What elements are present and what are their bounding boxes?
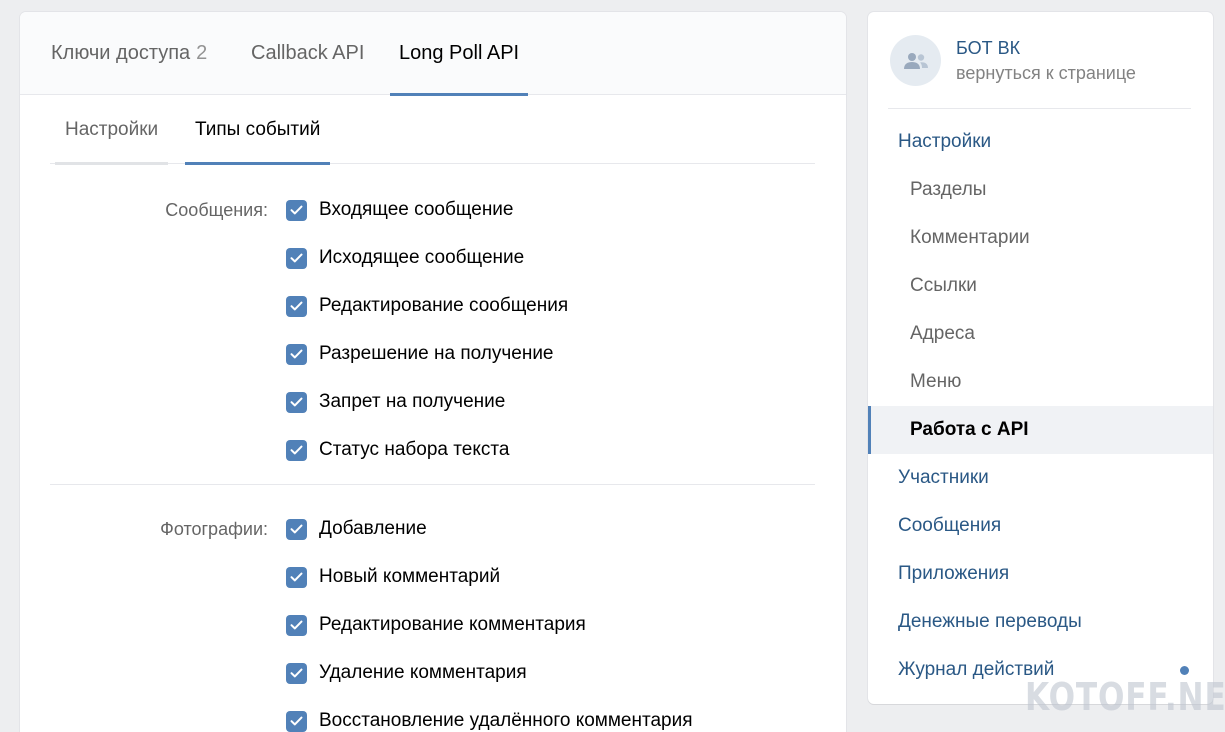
checkbox-checked-icon[interactable] <box>286 343 307 365</box>
users-icon <box>903 52 928 69</box>
sidebar: БОТ ВК вернуться к странице Настройки Ра… <box>868 12 1213 704</box>
checkbox-checked-icon[interactable] <box>286 614 307 636</box>
section-label: Фотографии: <box>160 519 268 539</box>
tab-access-keys[interactable]: Ключи доступа 2 <box>51 12 207 95</box>
checkbox-label: Удаление комментария <box>319 662 527 683</box>
sidebar-item-comments[interactable]: Комментарии <box>868 214 1213 262</box>
sidebar-item-api[interactable]: Работа с API <box>868 406 1213 454</box>
checkbox-checked-icon[interactable] <box>286 518 307 540</box>
divider <box>888 108 1191 109</box>
sidebar-item-money-transfers[interactable]: Денежные переводы <box>868 598 1213 646</box>
checkbox-label: Новый комментарий <box>319 566 501 587</box>
checkbox-option[interactable]: Новый комментарий <box>286 565 500 589</box>
back-to-page-link[interactable]: вернуться к странице <box>956 63 1136 84</box>
sidebar-item-addresses[interactable]: Адреса <box>868 310 1213 358</box>
checkbox-option[interactable]: Удаление комментария <box>286 661 527 685</box>
checkbox-option[interactable]: Разрешение на получение <box>286 342 554 366</box>
section-label: Сообщения: <box>165 200 268 220</box>
sidebar-item-messages[interactable]: Сообщения <box>868 502 1213 550</box>
tab-access-keys-count: 2 <box>196 42 208 64</box>
checkbox-label: Запрет на получение <box>319 391 506 412</box>
checkbox-label: Добавление <box>319 518 427 539</box>
checkbox-option[interactable]: Статус набора текста <box>286 438 509 462</box>
sidebar-item-sections[interactable]: Разделы <box>868 166 1213 214</box>
checkbox-checked-icon[interactable] <box>286 566 307 588</box>
checkbox-label: Редактирование сообщения <box>319 295 569 316</box>
checkbox-option[interactable]: Входящее сообщение <box>286 198 514 222</box>
community-name[interactable]: БОТ ВК <box>956 38 1020 59</box>
tab-access-keys-label: Ключи доступа <box>51 42 191 64</box>
checkbox-checked-icon[interactable] <box>286 710 307 732</box>
checkbox-checked-icon[interactable] <box>286 662 307 684</box>
sidebar-item-members[interactable]: Участники <box>868 454 1213 502</box>
checkbox-label: Редактирование комментария <box>319 614 586 635</box>
watermark: KOTOFF.NET <box>1025 675 1225 719</box>
subtab-settings[interactable]: Настройки <box>54 96 169 165</box>
checkbox-option[interactable]: Исходящее сообщение <box>286 246 524 270</box>
top-tabs: Ключи доступа 2 Callback API Long Poll AP… <box>20 12 846 96</box>
checkbox-option[interactable]: Редактирование комментария <box>286 613 586 637</box>
subtab-event-types[interactable]: Типы событий <box>184 96 331 165</box>
section-messages: Сообщения: Входящее сообщение Исходящее … <box>50 198 815 485</box>
tab-long-poll-api[interactable]: Long Poll API <box>389 12 529 96</box>
checkbox-option[interactable]: Запрет на получение <box>286 390 505 414</box>
checkbox-label: Восстановление удалённого комментария <box>319 710 693 731</box>
checkbox-label: Статус набора текста <box>319 439 510 460</box>
checkbox-option[interactable]: Добавление <box>286 517 427 541</box>
sub-tabs: Настройки Типы событий <box>50 96 815 165</box>
checkbox-checked-icon[interactable] <box>286 199 307 221</box>
checkbox-option[interactable]: Редактирование сообщения <box>286 294 568 318</box>
checkbox-checked-icon[interactable] <box>286 391 307 413</box>
section-photos: Фотографии: Добавление Новый комментарий… <box>50 517 815 732</box>
sidebar-item-links[interactable]: Ссылки <box>868 262 1213 310</box>
checkbox-label: Исходящее сообщение <box>319 247 525 268</box>
checkbox-checked-icon[interactable] <box>286 295 307 317</box>
unread-dot-icon <box>1180 666 1189 675</box>
tab-callback-api[interactable]: Callback API <box>251 12 364 95</box>
sidebar-item-menu[interactable]: Меню <box>868 358 1213 406</box>
checkbox-checked-icon[interactable] <box>286 247 307 269</box>
avatar[interactable] <box>890 35 941 86</box>
sidebar-item-settings[interactable]: Настройки <box>868 118 1213 166</box>
checkbox-label: Разрешение на получение <box>319 343 554 364</box>
checkbox-option[interactable]: Восстановление удалённого комментария <box>286 709 693 732</box>
sidebar-item-apps[interactable]: Приложения <box>868 550 1213 598</box>
checkbox-checked-icon[interactable] <box>286 439 307 461</box>
checkbox-label: Входящее сообщение <box>319 199 514 220</box>
main-panel: Ключи доступа 2 Callback API Long Poll AP… <box>20 12 846 732</box>
